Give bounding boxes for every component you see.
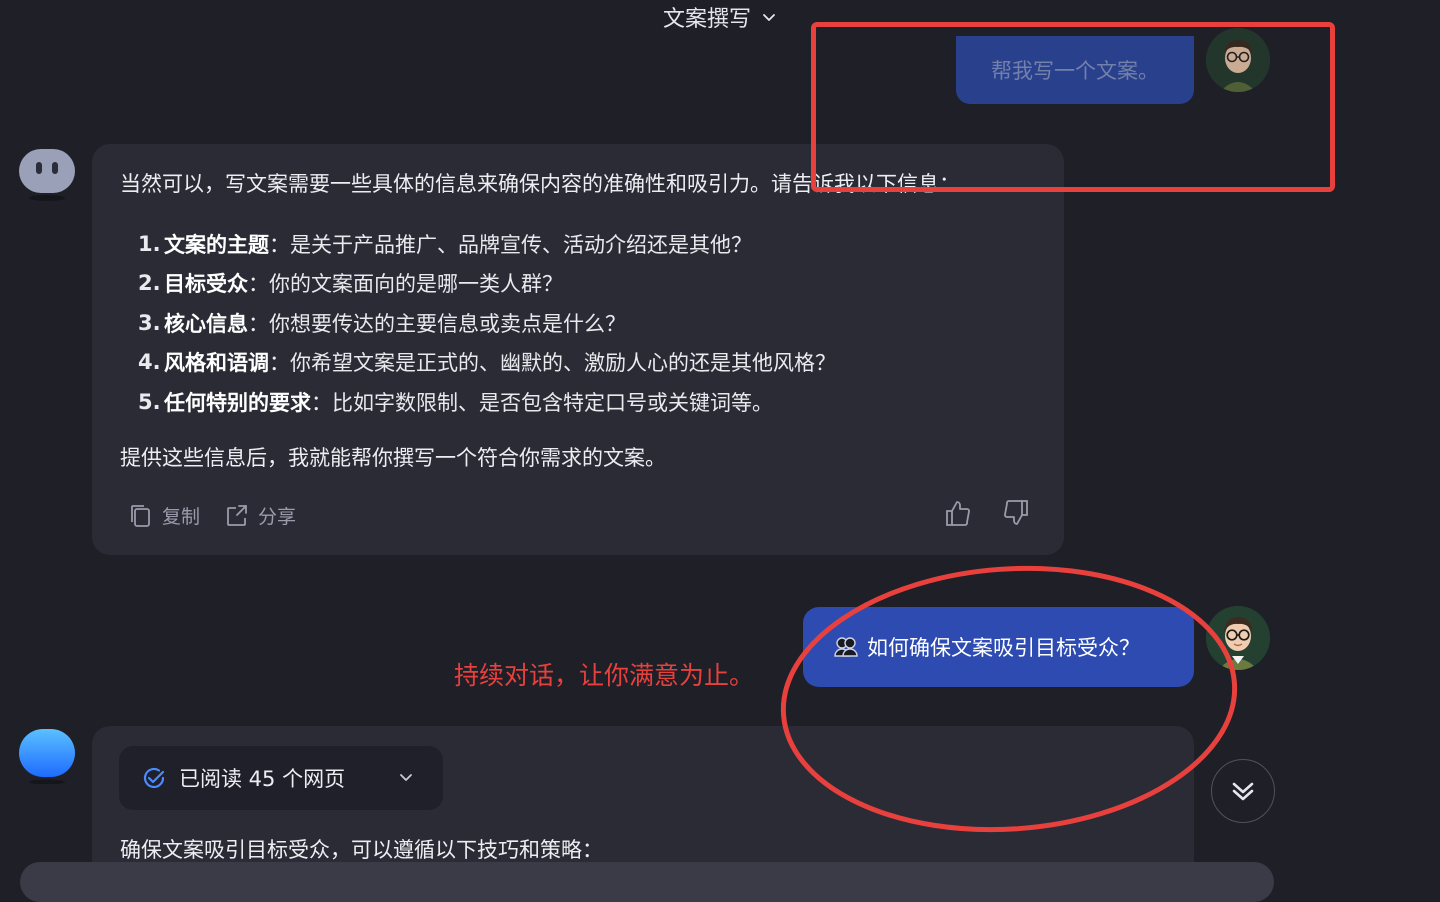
check-circle-icon [143,767,165,789]
annotation-text: 持续对话，让你满意为止。 [454,661,755,690]
list-item-text: ：你想要传达的主要信息或卖点是什么？ [248,311,626,336]
read-pages-label: 已阅读 45 个网页 [179,767,346,791]
list-item-text: ：是关于产品推广、品牌宣传、活动介绍还是其他？ [269,232,752,257]
conversation-title-label: 文案撰写 [662,7,751,32]
list-item: 2. 目标受众 ：你的文案面向的是哪一类人群？ [138,264,836,304]
assistant-reply-text: 确保文案吸引目标受众，可以遵循以下技巧和策略： [120,838,603,862]
list-item: 3. 核心信息 ：你想要传达的主要信息或卖点是什么？ [138,303,836,343]
highlight-rectangle [811,22,1335,192]
list-item: 4. 风格和语调 ：你希望文案是正式的、幽默的、激励人心的还是其他风格？ [138,343,836,383]
list-item-number: 2. [138,271,161,296]
list-item-text: ：比如字数限制、是否包含特定口号或关键词等。 [311,390,773,415]
list-item-number: 5. [138,389,161,414]
thumbs-up-icon[interactable] [944,498,974,528]
copy-button-label: 复制 [162,506,201,528]
assistant-closing-text: 提供这些信息后，我就能帮你撰写一个符合你需求的文案。 [120,446,666,470]
list-item-title: 核心信息 [164,311,248,336]
list-item: 5. 任何特别的要求 ：比如字数限制、是否包含特定口号或关键词等。 [138,382,836,422]
highlight-ellipse [780,565,1238,833]
chevron-down-icon [400,774,412,781]
info-request-list: 1. 文案的主题 ：是关于产品推广、品牌宣传、活动介绍还是其他？ 2. 目标受众… [138,224,836,422]
copy-button[interactable]: 复制 [128,502,200,529]
list-item-text: ：你的文案面向的是哪一类人群？ [248,272,563,297]
bot-avatar-icon [19,729,75,784]
list-item-title: 目标受众 [164,272,248,297]
share-button[interactable]: 分享 [224,502,296,529]
share-button-label: 分享 [258,506,297,528]
share-icon [227,504,247,526]
chat-input-bar[interactable] [20,862,1274,902]
list-item-text: ：你希望文案是正式的、幽默的、激励人心的还是其他风格？ [269,351,836,376]
search-sources-toggle[interactable]: 已阅读 45 个网页 [119,746,443,810]
message-actions: 复制 分享 [128,502,296,529]
chevron-down-icon [763,14,775,21]
thumbs-down-icon[interactable] [1000,498,1030,528]
list-item-number: 4. [138,350,161,375]
list-item-title: 文案的主题 [164,232,269,257]
list-item-number: 1. [138,231,161,256]
list-item: 1. 文案的主题 ：是关于产品推广、品牌宣传、活动介绍还是其他？ [138,224,836,264]
list-item-title: 风格和语调 [164,351,269,376]
list-item-number: 3. [138,310,161,335]
copy-icon [131,504,150,527]
assistant-message-card: 当然可以，写文案需要一些具体的信息来确保内容的准确性和吸引力。请告诉我以下信息：… [92,144,1064,555]
bot-avatar-icon [19,149,75,201]
feedback-buttons [944,498,1030,528]
list-item-title: 任何特别的要求 [164,390,311,415]
